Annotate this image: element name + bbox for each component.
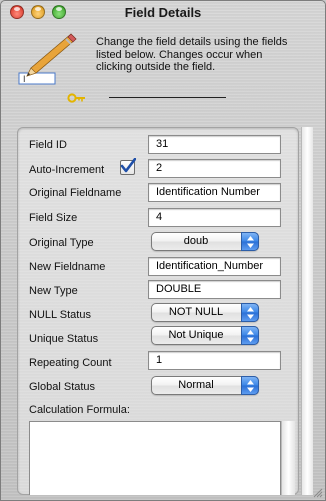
unique-status-value: Not Unique bbox=[168, 329, 224, 341]
formula-scrollbar[interactable] bbox=[281, 421, 295, 495]
auto-increment-label: Auto-Increment bbox=[29, 164, 105, 176]
auto-increment-input[interactable]: 2 bbox=[148, 159, 281, 178]
null-status-label: NULL Status bbox=[29, 309, 91, 321]
field-size-input[interactable]: 4 bbox=[148, 208, 281, 227]
global-status-label: Global Status bbox=[29, 381, 96, 393]
info-text: Change the field details using the field… bbox=[96, 36, 288, 73]
new-fieldname-input[interactable]: Identification_Number bbox=[148, 257, 281, 276]
pencil-field-text: I bbox=[23, 74, 26, 84]
repeating-count-label: Repeating Count bbox=[29, 357, 112, 369]
original-fieldname-label: Original Fieldname bbox=[29, 187, 122, 199]
original-fieldname-input[interactable]: Identification Number bbox=[148, 183, 281, 202]
title-bar[interactable]: Field Details bbox=[1, 1, 325, 23]
new-type-label: New Type bbox=[29, 285, 78, 297]
original-type-popup[interactable]: doub bbox=[151, 232, 259, 251]
auto-increment-checkbox[interactable] bbox=[120, 158, 136, 175]
null-status-value: NOT NULL bbox=[168, 306, 224, 318]
up-down-arrows-icon bbox=[241, 326, 259, 345]
window-title: Field Details bbox=[124, 5, 202, 20]
new-fieldname-label: New Fieldname bbox=[29, 261, 106, 273]
repeating-count-input[interactable]: 1 bbox=[148, 351, 281, 370]
up-down-arrows-icon bbox=[241, 303, 259, 322]
original-type-value: doub bbox=[183, 235, 209, 247]
separator-line bbox=[109, 97, 226, 98]
global-status-value: Normal bbox=[178, 379, 214, 391]
field-id-label: Field ID bbox=[29, 139, 67, 151]
key-icon bbox=[67, 93, 87, 103]
field-id-input[interactable]: 31 bbox=[148, 135, 281, 154]
checkmark-icon bbox=[120, 158, 136, 173]
null-status-popup[interactable]: NOT NULL bbox=[151, 303, 259, 322]
new-type-input[interactable]: DOUBLE bbox=[148, 280, 281, 299]
original-type-label: Original Type bbox=[29, 237, 94, 249]
resize-grip[interactable] bbox=[311, 486, 323, 498]
field-details-window: Field Details I Change the field details… bbox=[0, 0, 326, 501]
unique-status-popup[interactable]: Not Unique bbox=[151, 326, 259, 345]
global-status-popup[interactable]: Normal bbox=[151, 376, 259, 395]
panel-scrollbar[interactable] bbox=[301, 127, 313, 495]
up-down-arrows-icon bbox=[241, 232, 259, 251]
calculation-formula-label: Calculation Formula: bbox=[29, 404, 130, 416]
unique-status-label: Unique Status bbox=[29, 333, 99, 345]
up-down-arrows-icon bbox=[241, 376, 259, 395]
calculation-formula-textarea[interactable] bbox=[29, 421, 281, 495]
field-size-label: Field Size bbox=[29, 212, 78, 224]
